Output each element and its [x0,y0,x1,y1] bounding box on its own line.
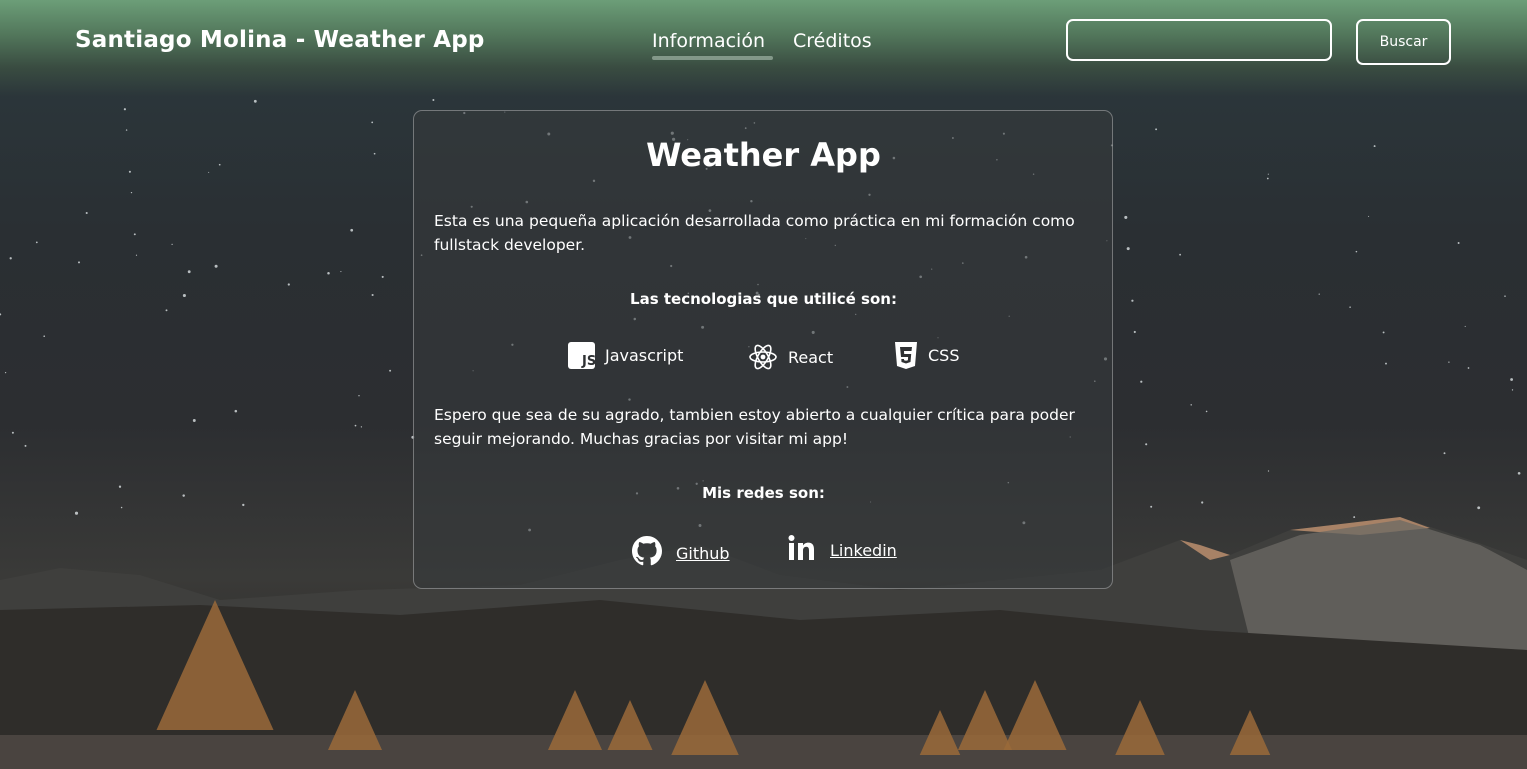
socials-heading: Mis redes son: [702,484,825,502]
closing-paragraph: Espero que sea de su agrado, tambien est… [434,406,1075,448]
top-navbar: Santiago Molina - Weather App Informació… [0,0,1527,96]
github-icon[interactable] [632,536,662,570]
tech-item-javascript: JS Javascript [568,342,683,369]
tech-label-react: React [788,347,834,367]
tech-item-css: CSS [894,341,959,370]
brand-title[interactable]: Santiago Molina - Weather App [75,27,485,53]
nav-link-creditos[interactable]: Créditos [793,30,872,52]
search-button[interactable]: Buscar [1356,19,1451,65]
technologies-heading: Las tecnologias que utilicé son: [630,290,897,308]
linkedin-icon[interactable] [788,534,816,566]
css3-icon [894,341,918,370]
nav-link-informacion[interactable]: Información [652,30,765,52]
github-link[interactable]: Github [676,544,730,563]
search-input[interactable] [1066,19,1332,61]
svg-text:JS: JS [581,354,595,369]
tech-label-javascript: Javascript [605,346,684,365]
tech-label-css: CSS [928,346,960,365]
social-item-linkedin[interactable]: Linkedin [788,534,897,566]
react-icon [748,342,778,372]
tech-item-react: React [748,342,833,372]
card-title: Weather App [646,136,881,174]
active-nav-underline [652,56,773,60]
intro-paragraph: Esta es una pequeña aplicación desarroll… [434,212,1075,254]
linkedin-link[interactable]: Linkedin [830,541,897,560]
javascript-icon: JS [568,342,596,369]
social-item-github[interactable]: Github [632,536,730,570]
